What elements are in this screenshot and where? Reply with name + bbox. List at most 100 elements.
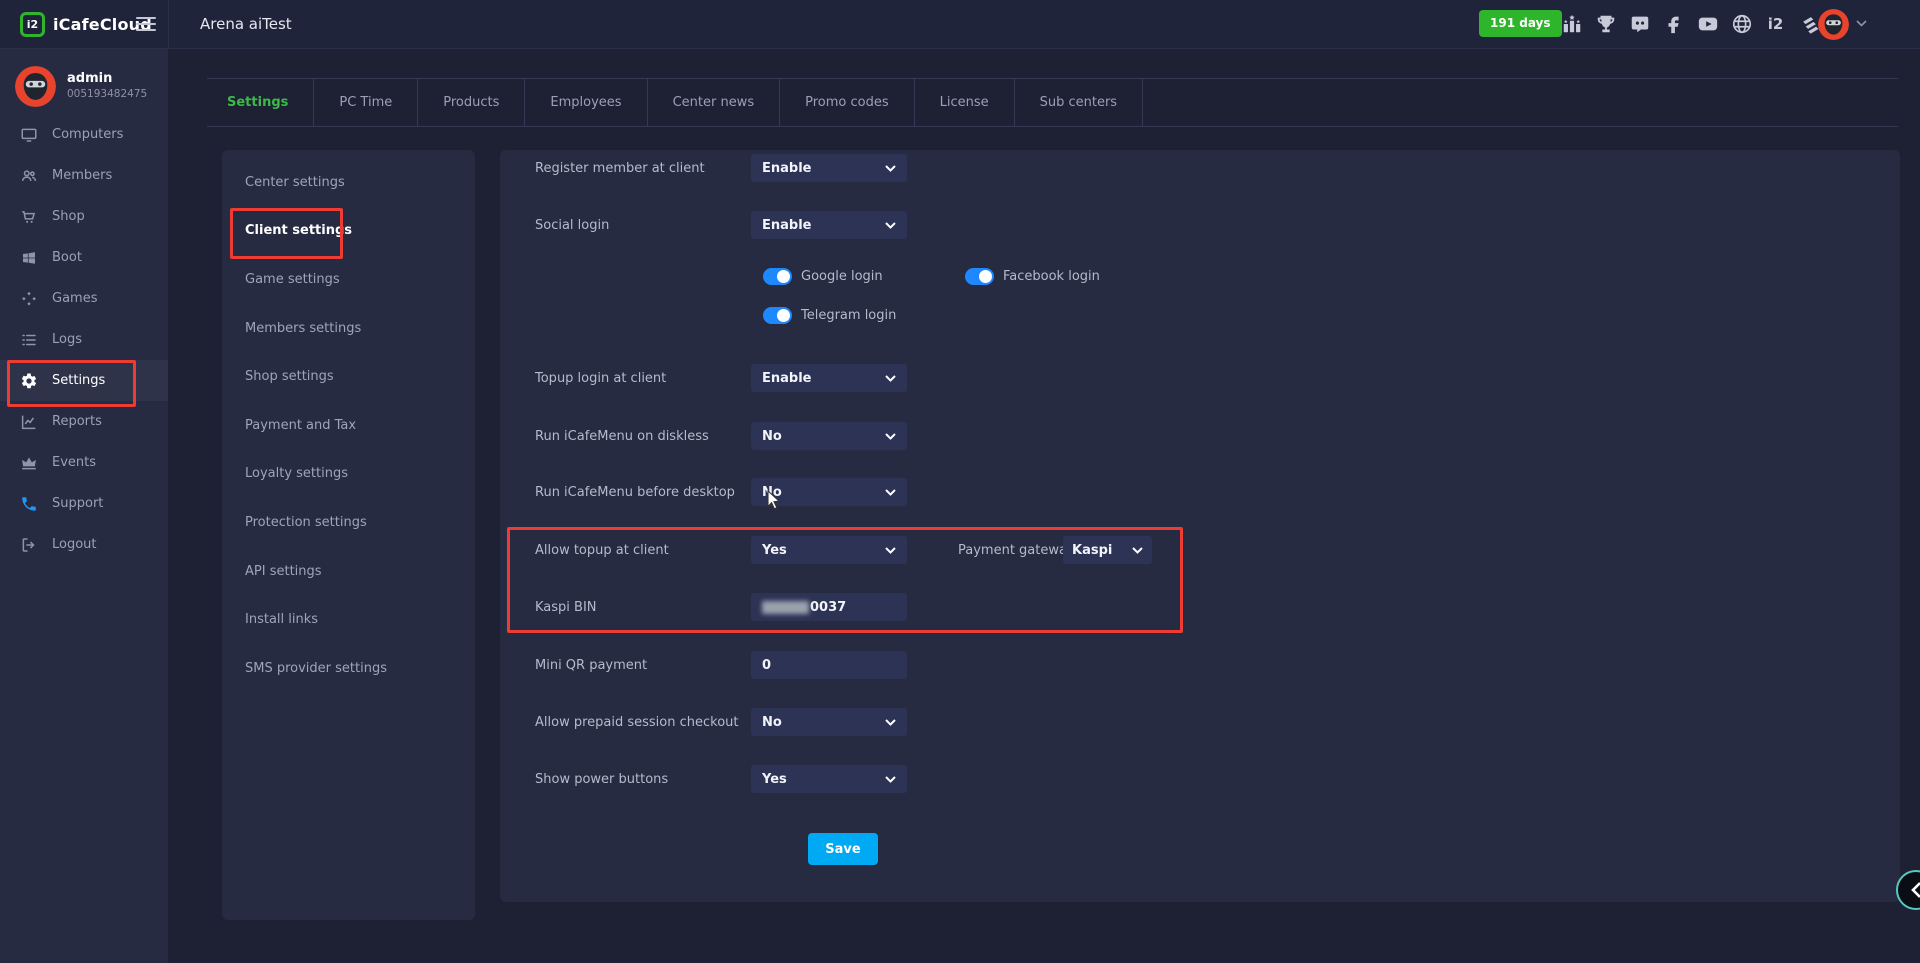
settings-menu-item-shop-settings[interactable]: Shop settings	[222, 352, 475, 401]
mini-qr-input[interactable]: 0	[751, 651, 907, 679]
sidebar-item-label: Members	[52, 168, 112, 183]
topup-login-select[interactable]: Enable	[751, 364, 907, 392]
settings-menu-item-game-settings[interactable]: Game settings	[222, 255, 475, 304]
user-name: admin	[67, 71, 147, 87]
tab-promo-codes[interactable]: Promo codes	[780, 79, 915, 126]
field-label: Kaspi BIN	[535, 600, 597, 615]
settings-menu-item-protection-settings[interactable]: Protection settings	[222, 498, 475, 547]
register-member-select[interactable]: Enable	[751, 154, 907, 182]
sidebar-item-members[interactable]: Members	[0, 155, 168, 196]
user-avatar[interactable]	[15, 66, 56, 107]
settings-menu-panel: Center settings Client settings Game set…	[222, 150, 475, 920]
field-label: Mini QR payment	[535, 658, 647, 673]
tab-employees[interactable]: Employees	[525, 79, 647, 126]
icafe-i2-icon[interactable]: i2	[1764, 13, 1787, 36]
sidebar-item-label: Reports	[52, 414, 102, 429]
user-info: admin 005193482475	[15, 66, 147, 107]
sidebar-item-label: Events	[52, 455, 96, 470]
allow-topup-select[interactable]: Yes	[751, 536, 907, 564]
facebook-login-toggle-group: Facebook login	[965, 268, 1100, 285]
save-button[interactable]: Save	[808, 833, 878, 865]
select-value: Enable	[762, 218, 812, 233]
chevron-down-icon	[885, 165, 896, 172]
google-login-toggle[interactable]	[763, 268, 792, 285]
field-label: Show power buttons	[535, 772, 668, 787]
settings-menu-item-loyalty-settings[interactable]: Loyalty settings	[222, 450, 475, 499]
prepaid-checkout-select[interactable]: No	[751, 708, 907, 736]
gamepad-icon	[20, 290, 38, 308]
chart-icon	[20, 413, 38, 431]
field-label: Register member at client	[535, 161, 705, 176]
sidebar-item-label: Computers	[52, 127, 123, 142]
ranking-icon[interactable]	[1560, 13, 1583, 36]
facebook-icon[interactable]	[1662, 13, 1685, 36]
monitor-icon	[20, 126, 38, 144]
power-buttons-select[interactable]: Yes	[751, 765, 907, 793]
hamburger-menu-icon[interactable]	[136, 17, 156, 35]
sidebar-item-logout[interactable]: Logout	[0, 524, 168, 565]
sidebar-item-label: Shop	[52, 209, 85, 224]
input-value: 0037	[810, 600, 846, 615]
sidebar-nav: Computers Members Shop Boot Games Logs S…	[0, 114, 168, 565]
settings-menu-item-center-settings[interactable]: Center settings	[222, 158, 475, 207]
list-icon	[20, 331, 38, 349]
topbar-divider	[168, 0, 169, 48]
payment-gateway-select[interactable]: Kaspi	[1063, 536, 1152, 564]
sidebar: admin 005193482475 Computers Members Sho…	[0, 48, 168, 963]
tab-center-news[interactable]: Center news	[648, 79, 781, 126]
toggle-label: Google login	[801, 269, 883, 284]
icafecloud-logo-icon: i2	[20, 12, 45, 37]
icafemenu-before-desktop-select[interactable]: No	[751, 478, 907, 506]
settings-menu-item-api-settings[interactable]: API settings	[222, 547, 475, 596]
sidebar-item-reports[interactable]: Reports	[0, 401, 168, 442]
field-label: Social login	[535, 218, 609, 233]
sidebar-item-boot[interactable]: Boot	[0, 237, 168, 278]
logout-icon	[20, 536, 38, 554]
sidebar-item-events[interactable]: Events	[0, 442, 168, 483]
facebook-login-toggle[interactable]	[965, 268, 994, 285]
license-days-badge[interactable]: 191 days	[1479, 10, 1562, 37]
tab-pc-time[interactable]: PC Time	[314, 79, 418, 126]
select-value: Enable	[762, 371, 812, 386]
trophy-icon[interactable]	[1594, 13, 1617, 36]
sidebar-item-logs[interactable]: Logs	[0, 319, 168, 360]
discord-icon[interactable]	[1628, 13, 1651, 36]
top-bar: i2 iCafeCloud Arena aiTest 191 days i2	[0, 0, 1920, 49]
tab-products[interactable]: Products	[418, 79, 525, 126]
client-settings-form: Register member at client Enable Social …	[500, 150, 1900, 902]
tab-settings[interactable]: Settings	[207, 79, 314, 126]
field-label: Run iCafeMenu on diskless	[535, 429, 709, 444]
kaspi-bin-input[interactable]: 0037	[751, 593, 907, 621]
settings-menu-item-payment-and-tax[interactable]: Payment and Tax	[222, 401, 475, 450]
user-id: 005193482475	[67, 87, 147, 102]
settings-menu-item-sms-provider-settings[interactable]: SMS provider settings	[222, 644, 475, 693]
chevron-down-icon[interactable]	[1856, 20, 1867, 27]
telegram-login-toggle[interactable]	[763, 307, 792, 324]
globe-icon[interactable]	[1730, 13, 1753, 36]
chevron-down-icon	[1132, 547, 1143, 554]
chevron-down-icon	[885, 719, 896, 726]
sidebar-item-settings[interactable]: Settings	[0, 360, 168, 401]
tab-sub-centers[interactable]: Sub centers	[1015, 79, 1143, 126]
settings-menu-item-install-links[interactable]: Install links	[222, 595, 475, 644]
sidebar-item-shop[interactable]: Shop	[0, 196, 168, 237]
google-login-toggle-group: Google login	[763, 268, 883, 285]
cart-icon	[20, 208, 38, 226]
chevron-down-icon	[885, 776, 896, 783]
settings-menu-item-members-settings[interactable]: Members settings	[222, 304, 475, 353]
youtube-icon[interactable]	[1696, 13, 1719, 36]
sidebar-item-label: Logs	[52, 332, 82, 347]
tab-license[interactable]: License	[915, 79, 1015, 126]
sidebar-item-computers[interactable]: Computers	[0, 114, 168, 155]
sidebar-item-support[interactable]: Support	[0, 483, 168, 524]
select-value: Kaspi	[1072, 543, 1112, 558]
redacted-value	[762, 601, 809, 614]
icafemenu-diskless-select[interactable]: No	[751, 422, 907, 450]
input-value: 0	[762, 658, 771, 673]
settings-menu-item-client-settings[interactable]: Client settings	[222, 207, 475, 256]
sidebar-item-games[interactable]: Games	[0, 278, 168, 319]
avatar[interactable]	[1818, 9, 1849, 40]
brand[interactable]: i2 iCafeCloud	[20, 0, 152, 48]
phone-icon	[20, 495, 38, 513]
social-login-select[interactable]: Enable	[751, 211, 907, 239]
